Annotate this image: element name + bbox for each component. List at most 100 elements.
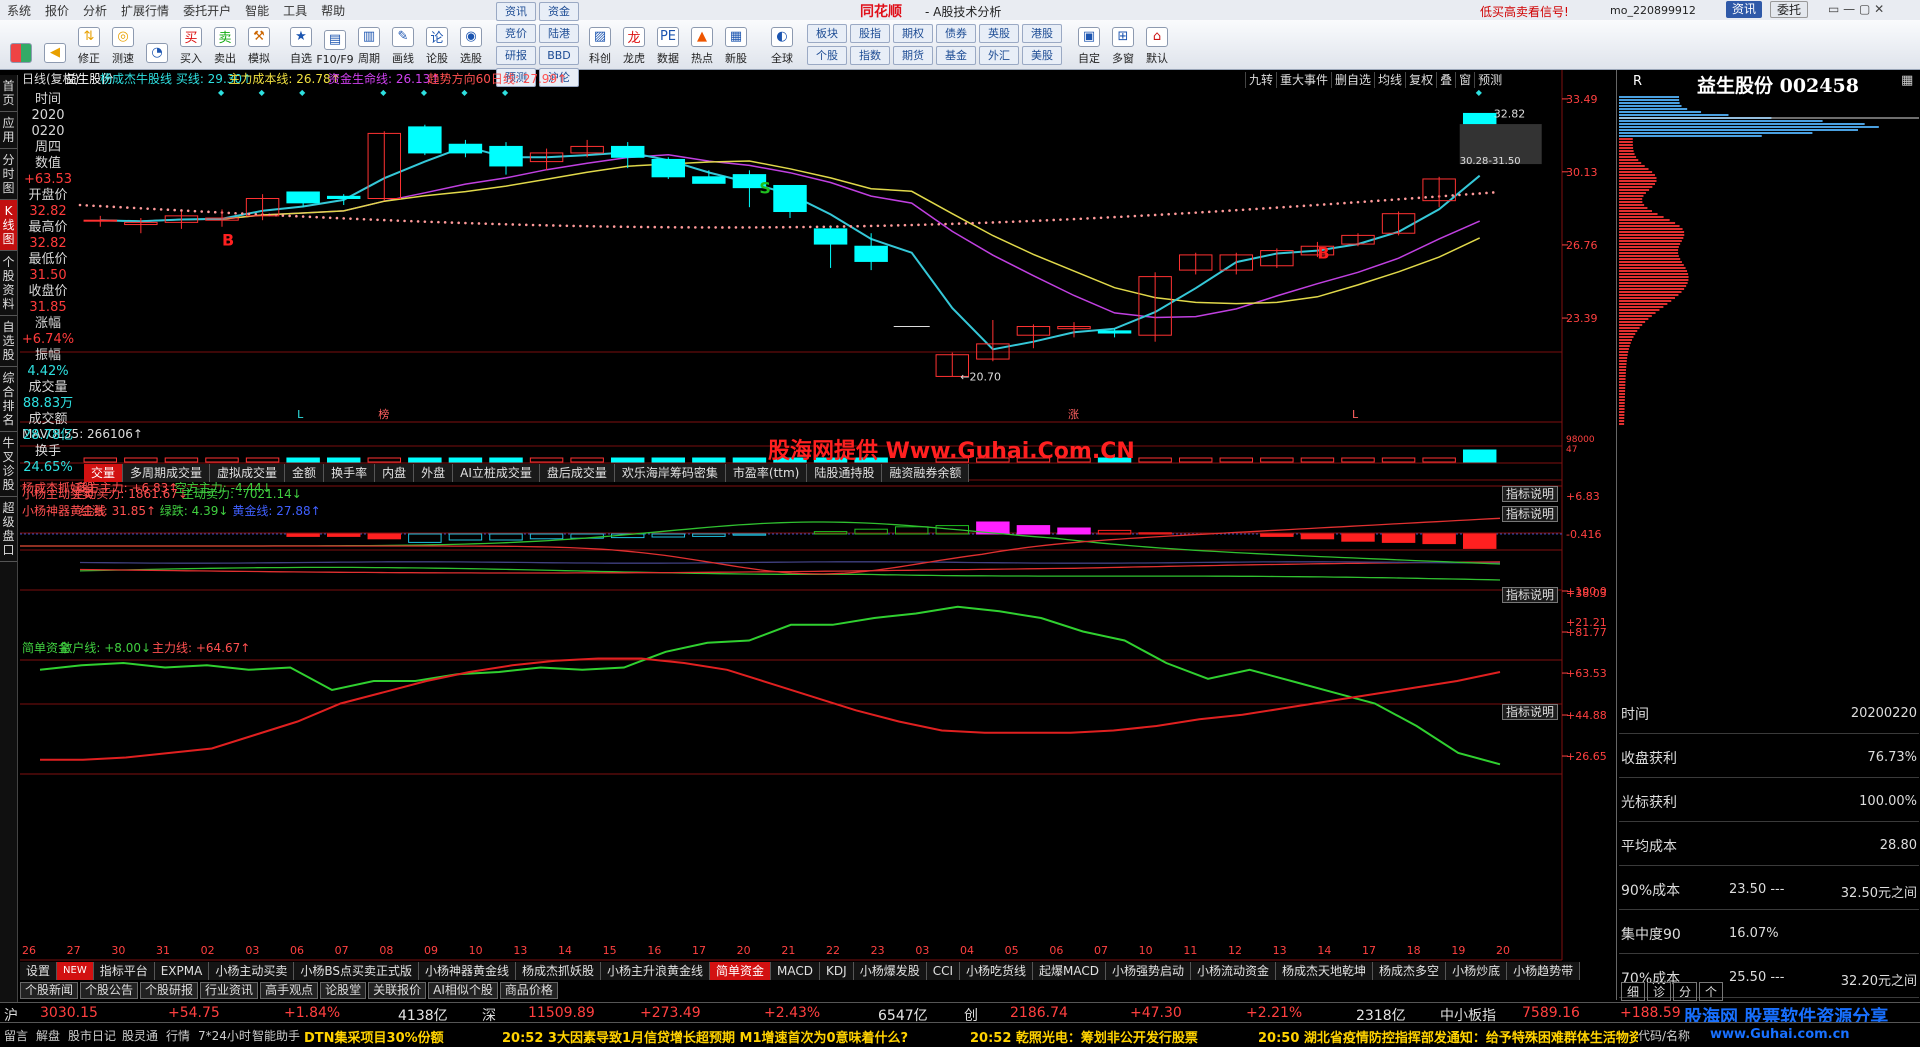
quick-research[interactable]: 研报 xyxy=(496,46,536,65)
indicator-tab-19[interactable]: 杨成杰多空 xyxy=(1373,962,1447,980)
indicator-tab-1[interactable]: NEW xyxy=(57,962,94,980)
quick-options[interactable]: 期权 xyxy=(893,24,933,43)
news-tab-1[interactable]: 个股公告 xyxy=(80,982,139,999)
volume-tab-10[interactable]: 市盈率(ttm) xyxy=(725,464,808,482)
back-button[interactable]: ◀ xyxy=(40,21,70,69)
indicator-tab-20[interactable]: 小杨炒底 xyxy=(1446,962,1508,980)
indicator-tab-21[interactable]: 小杨趋势带 xyxy=(1507,962,1581,980)
menu-item-ext[interactable]: 扩展行情 xyxy=(114,2,176,19)
volume-tab-1[interactable]: 多周期成交量 xyxy=(123,464,211,482)
news-headline-3[interactable]: 20:50 湖北省疫情防控指挥部发通知：给予特殊困难群体生活物资 xyxy=(1258,1027,1638,1046)
indicator-tab-3[interactable]: EXPMA xyxy=(154,962,210,980)
panel-grid-icon[interactable]: ▦ xyxy=(1901,73,1913,88)
quick-uk[interactable]: 英股 xyxy=(979,24,1019,43)
quick-fx[interactable]: 外汇 xyxy=(979,46,1019,65)
promo-link[interactable]: 低买高卖看信号! xyxy=(1480,3,1569,20)
panel-tab-diagnose[interactable]: 诊 xyxy=(1647,982,1672,1001)
indicator-tab-16[interactable]: 小杨强势启动 xyxy=(1106,962,1192,980)
news-tab-live[interactable]: 7*24小时 xyxy=(198,1027,251,1044)
star-market-button[interactable]: ▨ 科创 xyxy=(585,21,615,69)
news-tab-2[interactable]: 个股研报 xyxy=(140,982,199,999)
quick-futures[interactable]: 期货 xyxy=(893,46,933,65)
draw-button[interactable]: ✎ 画线 xyxy=(388,21,418,69)
sz-index[interactable]: 11509.89 xyxy=(528,1005,595,1021)
panel-tab-detail[interactable]: 细 xyxy=(1621,982,1646,1001)
chart-option-5[interactable]: 叠 xyxy=(1436,72,1455,88)
chart-option-0[interactable]: 九转 xyxy=(1245,72,1276,88)
volume-tab-6[interactable]: 外盘 xyxy=(414,464,454,482)
indicator-help-button-4[interactable]: 指标说明 xyxy=(1502,704,1558,720)
cy-index[interactable]: 2186.74 xyxy=(1010,1005,1068,1021)
volume-tab-11[interactable]: 陆股通持股 xyxy=(807,464,883,482)
forum-button[interactable]: 论论股 xyxy=(422,21,452,69)
indicator-tab-18[interactable]: 杨成杰天地乾坤 xyxy=(1276,962,1374,980)
volume-tab-8[interactable]: 盘后成交量 xyxy=(539,464,615,482)
sell-button[interactable]: 卖卖出 xyxy=(210,21,240,69)
speed-button[interactable]: ◎ 测速 xyxy=(108,21,138,69)
news-tab-message[interactable]: 留言 xyxy=(4,1027,28,1044)
volume-tab-0[interactable]: 交量 xyxy=(84,464,124,482)
screener-button[interactable]: ◉ 选股 xyxy=(456,21,486,69)
indicator-tab-9[interactable]: 简单资金 xyxy=(710,962,772,980)
chart-option-1[interactable]: 重大事件 xyxy=(1276,72,1331,88)
volume-tab-3[interactable]: 金额 xyxy=(285,464,325,482)
multiwin-button[interactable]: ⊞ 多窗 xyxy=(1108,21,1138,69)
news-headline-2[interactable]: 20:52 乾照光电：筹划非公开发行股票 xyxy=(970,1027,1198,1046)
volume-tab-5[interactable]: 内盘 xyxy=(375,464,415,482)
indicator-help-button-2[interactable]: 指标说明 xyxy=(1502,506,1558,522)
fix-button[interactable]: ⇅ 修正 xyxy=(74,21,104,69)
quick-index-futures[interactable]: 股指 xyxy=(850,24,890,43)
simulate-button[interactable]: ⚒ 模拟 xyxy=(244,21,274,69)
default-button[interactable]: ⌂ 默认 xyxy=(1142,21,1172,69)
hot-button[interactable]: ▲ 热点 xyxy=(687,21,717,69)
news-headline-0[interactable]: DTN集采项目30%份额 xyxy=(304,1027,444,1046)
indicator-tab-7[interactable]: 杨成杰抓妖股 xyxy=(516,962,602,980)
volume-tab-4[interactable]: 换手率 xyxy=(324,464,376,482)
period-button[interactable]: ▥ 周期 xyxy=(354,21,384,69)
panel-tab-split[interactable]: 分 xyxy=(1673,982,1698,1001)
watchlist-button[interactable]: ★ 自选 xyxy=(286,21,316,69)
menu-item-quote[interactable]: 报价 xyxy=(38,2,76,19)
panel-tab-stock[interactable]: 个 xyxy=(1699,982,1724,1001)
news-headline-1[interactable]: 20:52 3大因素导致1月信贷增长超预期 M1增速首次为0意味着什么? xyxy=(502,1027,908,1046)
menu-item-trade[interactable]: 委托开户 xyxy=(176,2,238,19)
global-button[interactable]: ◐ 全球 xyxy=(767,21,797,69)
news-tab-4[interactable]: 高手观点 xyxy=(260,982,319,999)
menu-item-smart[interactable]: 智能 xyxy=(238,2,276,19)
indicator-tab-11[interactable]: KDJ xyxy=(820,962,854,980)
news-tab-link[interactable]: 股灵通 xyxy=(122,1027,158,1044)
dragon-button[interactable]: 龙龙虎 xyxy=(619,21,649,69)
buy-button[interactable]: 买买入 xyxy=(176,21,206,69)
custom-button[interactable]: ▣ 自定 xyxy=(1074,21,1104,69)
news-tab-6[interactable]: 关联报价 xyxy=(368,982,427,999)
quick-sector[interactable]: 板块 xyxy=(807,24,847,43)
news-tab-8[interactable]: 商品价格 xyxy=(499,982,558,999)
volume-tab-2[interactable]: 虚拟成交量 xyxy=(210,464,286,482)
quick-funds2[interactable]: 基金 xyxy=(936,46,976,65)
menu-item-help[interactable]: 帮助 xyxy=(314,2,352,19)
news-tab-7[interactable]: AI相似个股 xyxy=(428,982,498,999)
indicator-tab-15[interactable]: 起爆MACD xyxy=(1033,962,1106,980)
menu-item-analysis[interactable]: 分析 xyxy=(76,2,114,19)
news-button[interactable]: 资讯 xyxy=(1726,1,1763,18)
indicator-tab-17[interactable]: 小杨流动资金 xyxy=(1191,962,1277,980)
volume-tab-12[interactable]: 融资融券余额 xyxy=(882,464,970,482)
menu-item-tools[interactable]: 工具 xyxy=(276,2,314,19)
chart-option-3[interactable]: 均线 xyxy=(1374,72,1405,88)
indicator-help-button-1[interactable]: 指标说明 xyxy=(1502,486,1558,502)
news-tab-quotes[interactable]: 行情 xyxy=(166,1027,190,1044)
window-controls-icon[interactable]: ▭ — ▢ ✕ xyxy=(1828,2,1884,16)
kline-chart[interactable]: 日线(复权)益生股份杨成杰牛股线 买线: 29.30↑主力成本线: 26.78↑… xyxy=(0,70,1616,1000)
indicator-tab-12[interactable]: 小杨爆发股 xyxy=(853,962,927,980)
indicator-tab-0[interactable]: 设置 xyxy=(20,962,58,980)
layout-button[interactable] xyxy=(6,21,36,69)
chart-option-2[interactable]: 删自选 xyxy=(1331,72,1374,88)
indicator-tab-2[interactable]: 指标平台 xyxy=(93,962,155,980)
news-tab-3[interactable]: 行业资讯 xyxy=(200,982,259,999)
volume-tab-9[interactable]: 欢乐海岸筹码密集 xyxy=(614,464,726,482)
data-button[interactable]: PE 数据 xyxy=(653,21,683,69)
quick-hk[interactable]: 港股 xyxy=(1022,24,1062,43)
trade-button[interactable]: 委托 xyxy=(1770,1,1809,18)
zx-index[interactable]: 7589.16 xyxy=(1522,1005,1580,1021)
menu-item-system[interactable]: 系统 xyxy=(0,2,38,19)
